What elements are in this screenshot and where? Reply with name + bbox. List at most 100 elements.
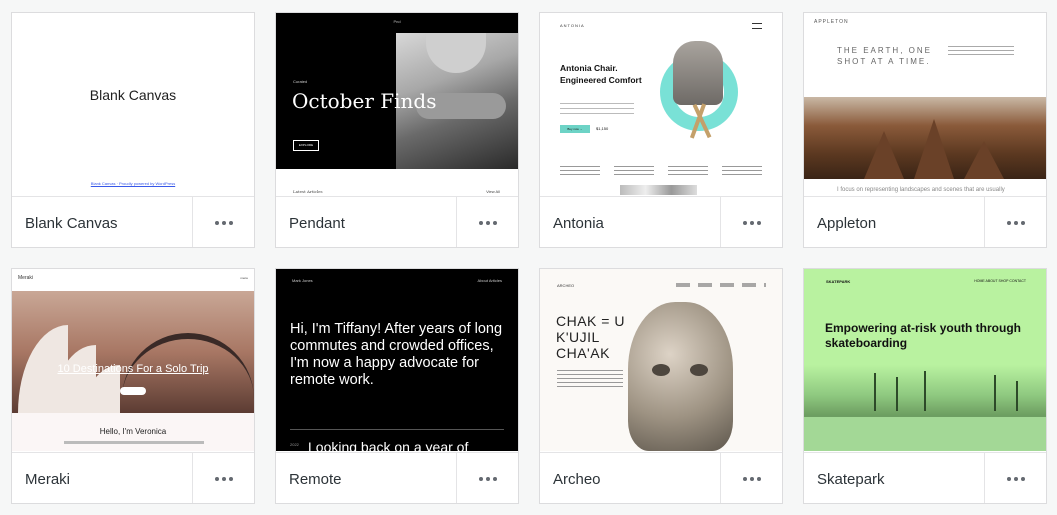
theme-name: Archeo [553, 471, 601, 488]
preview-footer: Blank Canvas · Proudly powered by WordPr… [90, 181, 176, 186]
preview-paragraph [560, 101, 634, 117]
theme-preview[interactable]: Mark Jones About Articles Hi, I'm Tiffan… [276, 269, 518, 451]
preview-menu: menu [240, 276, 248, 280]
preview-view-all: View All [486, 189, 500, 194]
theme-preview[interactable]: SKATEPARK HOME ABOUT SHOP CONTACT Empowe… [804, 269, 1046, 451]
card-footer: Appleton [804, 196, 1046, 247]
preview-headline: Empowering at-risk youth through skatebo… [825, 321, 1022, 350]
preview-button: EXPLORE [293, 140, 319, 151]
preview-intro: Hi, I'm Tiffany! After years of long com… [290, 321, 503, 388]
preview-brand: Meraki [18, 275, 34, 281]
theme-preview[interactable]: ARCHEO CHAK = U K'UJIL CHA'AK [540, 269, 782, 451]
preview-slogan: THE EARTH, ONE SHOT AT A TIME. [837, 46, 932, 66]
card-footer: Blank Canvas [12, 196, 254, 247]
card-footer: Skatepark [804, 452, 1046, 503]
preview-divider [290, 429, 504, 430]
more-options-button[interactable] [192, 197, 254, 247]
more-horizontal-icon [478, 220, 497, 225]
theme-card-antonia[interactable]: ANTONIA Antonia Chair. Engineered Comfor… [539, 12, 783, 248]
preview-tag: 2022 [290, 442, 299, 447]
more-horizontal-icon [742, 476, 761, 481]
preview-headline: Antonia Chair. Engineered Comfort [560, 63, 642, 85]
preview-hero: 10 Destinations For a Solo Trip [12, 291, 254, 413]
preview-palm [994, 375, 996, 411]
preview-rock [864, 131, 904, 179]
preview-headline: CHAK = U K'UJIL CHA'AK [556, 313, 625, 361]
theme-name: Antonia [553, 215, 604, 232]
card-footer: Antonia [540, 196, 782, 247]
preview-nav: HOME ABOUT SHOP CONTACT [974, 279, 1026, 283]
preview-palm [874, 373, 876, 411]
theme-card-blank-canvas[interactable]: Blank Canvas Blank Canvas · Proudly powe… [11, 12, 255, 248]
preview-hero-title: 10 Destinations For a Solo Trip [57, 363, 209, 375]
preview-author: Mark Jones [292, 278, 313, 283]
preview-chair [673, 41, 723, 105]
hamburger-icon [752, 23, 762, 29]
theme-card-appleton[interactable]: APPLETON THE EARTH, ONE SHOT AT A TIME. … [803, 12, 1047, 248]
preview-post-title: Looking back on a year of [308, 439, 469, 451]
preview-palm [1016, 381, 1018, 411]
theme-name: Meraki [25, 471, 71, 488]
theme-card-skatepark[interactable]: SKATEPARK HOME ABOUT SHOP CONTACT Empowe… [803, 268, 1047, 504]
preview-rock [914, 119, 954, 179]
preview-image-strip [620, 185, 697, 195]
more-horizontal-icon [1006, 220, 1025, 225]
preview-landscape [804, 97, 1046, 179]
preview-brand: SKATEPARK [826, 279, 851, 284]
more-options-button[interactable] [984, 453, 1046, 503]
preview-subtext [64, 441, 204, 444]
preview-buy-button: Buy now → [560, 125, 590, 133]
preview-intro [948, 45, 1014, 55]
preview-stone-eye [652, 364, 670, 376]
card-footer: Remote [276, 452, 518, 503]
preview-site-title: Pnd [393, 19, 401, 24]
more-horizontal-icon [478, 476, 497, 481]
preview-title: October Finds [292, 89, 437, 113]
preview-stone-head [628, 302, 733, 451]
preview-title: Blank Canvas [89, 87, 177, 103]
theme-card-meraki[interactable]: Meraki menu 10 Destinations For a Solo T… [11, 268, 255, 504]
theme-preview[interactable]: Meraki menu 10 Destinations For a Solo T… [12, 269, 254, 451]
more-options-button[interactable] [456, 453, 518, 503]
preview-brand: APPLETON [814, 19, 849, 25]
more-horizontal-icon [742, 220, 761, 225]
preview-hero-button [120, 387, 146, 395]
card-footer: Meraki [12, 452, 254, 503]
more-horizontal-icon [214, 220, 233, 225]
theme-preview[interactable]: Pnd Curated October Finds EXPLORE Latest… [276, 13, 518, 195]
preview-skate-bowl [804, 415, 1046, 451]
preview-nav-links: About Articles [477, 278, 502, 283]
more-options-button[interactable] [720, 197, 782, 247]
theme-preview[interactable]: Blank Canvas Blank Canvas · Proudly powe… [12, 13, 254, 195]
preview-caption: I focus on representing landscapes and s… [837, 187, 1005, 193]
preview-brand: ARCHEO [557, 283, 575, 288]
preview-brand: ANTONIA [560, 23, 585, 28]
more-options-button[interactable] [456, 197, 518, 247]
more-horizontal-icon [1006, 476, 1025, 481]
theme-preview[interactable]: APPLETON THE EARTH, ONE SHOT AT A TIME. … [804, 13, 1046, 195]
theme-name: Appleton [817, 215, 877, 232]
card-footer: Pendant [276, 196, 518, 247]
more-options-button[interactable] [984, 197, 1046, 247]
preview-price: $1,150 [596, 126, 609, 131]
preview-nav [676, 283, 766, 287]
theme-preview[interactable]: ANTONIA Antonia Chair. Engineered Comfor… [540, 13, 782, 195]
more-horizontal-icon [214, 476, 233, 481]
preview-rock [964, 141, 1004, 179]
theme-card-archeo[interactable]: ARCHEO CHAK = U K'UJIL CHA'AK Archeo [539, 268, 783, 504]
preview-paragraph [557, 369, 623, 389]
preview-palm [924, 371, 926, 411]
theme-card-pendant[interactable]: Pnd Curated October Finds EXPLORE Latest… [275, 12, 519, 248]
preview-palm [896, 377, 898, 411]
more-options-button[interactable] [192, 453, 254, 503]
preview-stone-eye [690, 364, 708, 376]
card-footer: Archeo [540, 452, 782, 503]
more-options-button[interactable] [720, 453, 782, 503]
theme-name: Remote [289, 471, 342, 488]
theme-name: Skatepark [817, 471, 885, 488]
preview-latest: Latest Articles [293, 189, 323, 194]
theme-card-remote[interactable]: Mark Jones About Articles Hi, I'm Tiffan… [275, 268, 519, 504]
preview-hello: Hello, I'm Veronica [99, 427, 167, 436]
theme-name: Pendant [289, 215, 345, 232]
theme-name: Blank Canvas [25, 215, 118, 232]
